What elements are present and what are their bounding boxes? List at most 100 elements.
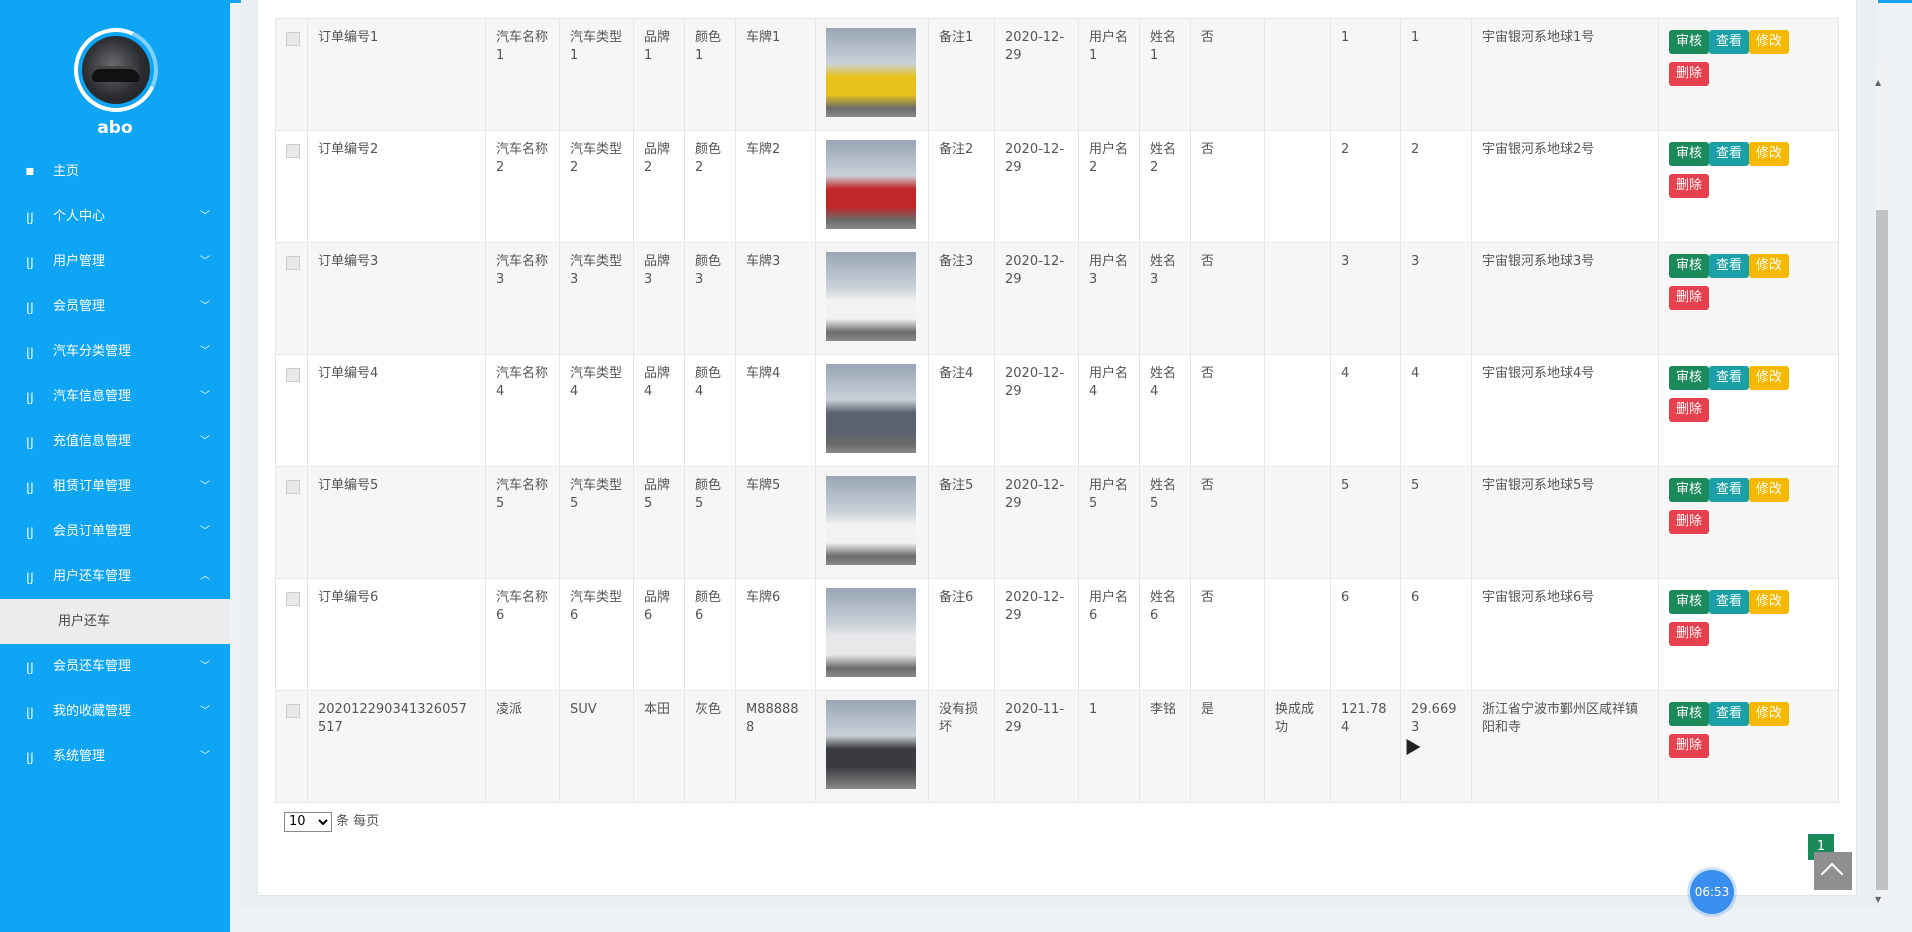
table-row: 订单编号1 汽车名称1 汽车类型1 品牌1 颜色1 车牌1 备注1 2020-12-29 用户名… [275,18,1839,131]
sidebar-item-7[interactable]: ᥩ 租赁订单管理 ﹀ [0,464,230,509]
edit-button[interactable]: 修改 [1749,254,1790,278]
scroll-down-arrow-icon[interactable]: ▼ [1875,895,1881,904]
cell-status [1264,466,1331,579]
sidebar-item-5[interactable]: ᥩ 汽车信息管理 ﹀ [0,374,230,419]
chevron-down-icon: ﹀ [200,211,210,222]
sidebar-item-3[interactable]: ᥩ 会员管理 ﹀ [0,284,230,329]
sidebar-subitem-user-return[interactable]: 用户还车 [0,599,230,644]
select-cell [275,578,308,691]
cell-plate: 车牌2 [735,130,816,243]
sidebar-item-label: 汽车分类管理 [53,344,132,359]
car-silhouette [92,66,140,82]
sidebar-item-label: 汽车信息管理 [53,389,132,404]
cell-remark: 备注2 [928,130,995,243]
row-checkbox[interactable] [286,144,300,158]
actions-cell: 审核 查看 修改删除 [1658,130,1839,243]
cell-status [1264,354,1331,467]
delete-button[interactable]: 删除 [1669,622,1710,646]
delete-button[interactable]: 删除 [1669,174,1710,198]
view-button[interactable]: 查看 [1709,590,1750,614]
edit-button[interactable]: 修改 [1749,702,1790,726]
scrollbar-thumb[interactable] [1876,210,1888,890]
view-button[interactable]: 查看 [1709,366,1750,390]
delete-button[interactable]: 删除 [1669,398,1710,422]
car-photo[interactable] [826,364,916,453]
cell-address: 宇宙银河系地球6号 [1471,578,1659,691]
sidebar-item-a1[interactable]: ᥩ 我的收藏管理 ﹀ [0,689,230,734]
cell-v1: 6 [1330,578,1401,691]
cell-username: 用户名3 [1078,242,1140,355]
cell-color: 灰色 [684,690,736,803]
edit-button[interactable]: 修改 [1749,30,1790,54]
row-checkbox[interactable] [286,592,300,606]
cell-color: 颜色2 [684,130,736,243]
cell-order-no: 订单编号6 [307,578,486,691]
sidebar-item-a0[interactable]: ᥩ 会员还车管理 ﹀ [0,644,230,689]
car-photo[interactable] [826,140,916,229]
back-to-top-button[interactable] [1814,852,1852,890]
approve-button[interactable]: 审核 [1669,590,1710,614]
edit-button[interactable]: 修改 [1749,590,1790,614]
chevron-down-icon: ﹀ [200,751,210,762]
actions-cell: 审核 查看 修改删除 [1658,690,1839,803]
edit-button[interactable]: 修改 [1749,478,1790,502]
page-size-select[interactable]: 10 [284,811,332,832]
delete-button[interactable]: 删除 [1669,734,1710,758]
sidebar-item-a2[interactable]: ᥩ 系统管理 ﹀ [0,734,230,779]
avatar[interactable] [62,16,170,124]
select-cell [275,690,308,803]
photo-cell [815,578,929,691]
cell-car-name: 汽车名称2 [485,130,560,243]
sidebar-item-4[interactable]: ᥩ 汽车分类管理 ﹀ [0,329,230,374]
sidebar-item-label: 用户管理 [53,254,106,269]
pager: 10 条 每页 [284,810,379,832]
stethoscope-icon: ᥩ [26,298,34,314]
sidebar-item-8[interactable]: ᥩ 会员订单管理 ﹀ [0,509,230,554]
stethoscope-icon: ᥩ [26,343,34,359]
row-checkbox[interactable] [286,480,300,494]
car-photo[interactable] [826,588,916,677]
sidebar-item-label: 用户还车管理 [53,569,132,584]
sidebar-item-6[interactable]: ᥩ 充值信息管理 ﹀ [0,419,230,464]
view-button[interactable]: 查看 [1709,702,1750,726]
row-checkbox[interactable] [286,704,300,718]
view-button[interactable]: 查看 [1709,142,1750,166]
sidebar-item-9[interactable]: ᥩ 用户还车管理 ︿ [0,554,230,599]
approve-button[interactable]: 审核 [1669,254,1710,278]
approve-button[interactable]: 审核 [1669,30,1710,54]
sidebar-item-0[interactable]: ▪ 主页 [0,149,230,194]
delete-button[interactable]: 删除 [1669,286,1710,310]
cell-color: 颜色6 [684,578,736,691]
approve-button[interactable]: 审核 [1669,366,1710,390]
stethoscope-icon: ᥩ [26,388,34,404]
cell-v2: 3 [1400,242,1472,355]
car-photo[interactable] [826,700,916,789]
view-button[interactable]: 查看 [1709,478,1750,502]
approve-button[interactable]: 审核 [1669,478,1710,502]
cell-realname: 姓名1 [1139,18,1191,131]
car-photo[interactable] [826,252,916,341]
cell-v2: 5 [1400,466,1472,579]
chevron-down-icon: ﹀ [200,436,210,447]
view-button[interactable]: 查看 [1709,254,1750,278]
row-checkbox[interactable] [286,256,300,270]
view-button[interactable]: 查看 [1709,30,1750,54]
sidebar-item-2[interactable]: ᥩ 用户管理 ﹀ [0,239,230,284]
car-photo[interactable] [826,476,916,565]
row-checkbox[interactable] [286,368,300,382]
edit-button[interactable]: 修改 [1749,366,1790,390]
edit-button[interactable]: 修改 [1749,142,1790,166]
scroll-up-arrow-icon[interactable]: ▲ [1875,78,1881,87]
cell-color: 颜色4 [684,354,736,467]
avatar-image [82,36,150,104]
car-photo[interactable] [826,28,916,117]
cell-date: 2020-12-29 [994,578,1079,691]
approve-button[interactable]: 审核 [1669,142,1710,166]
delete-button[interactable]: 删除 [1669,62,1710,86]
delete-button[interactable]: 删除 [1669,510,1710,534]
cell-order-no: 订单编号5 [307,466,486,579]
row-checkbox[interactable] [286,32,300,46]
table-row: 20201229034132605751​7 凌派 SUV 本田 灰色 M888888 没有… [275,690,1839,803]
approve-button[interactable]: 审核 [1669,702,1710,726]
sidebar-item-1[interactable]: ᥩ 个人中心 ﹀ [0,194,230,239]
